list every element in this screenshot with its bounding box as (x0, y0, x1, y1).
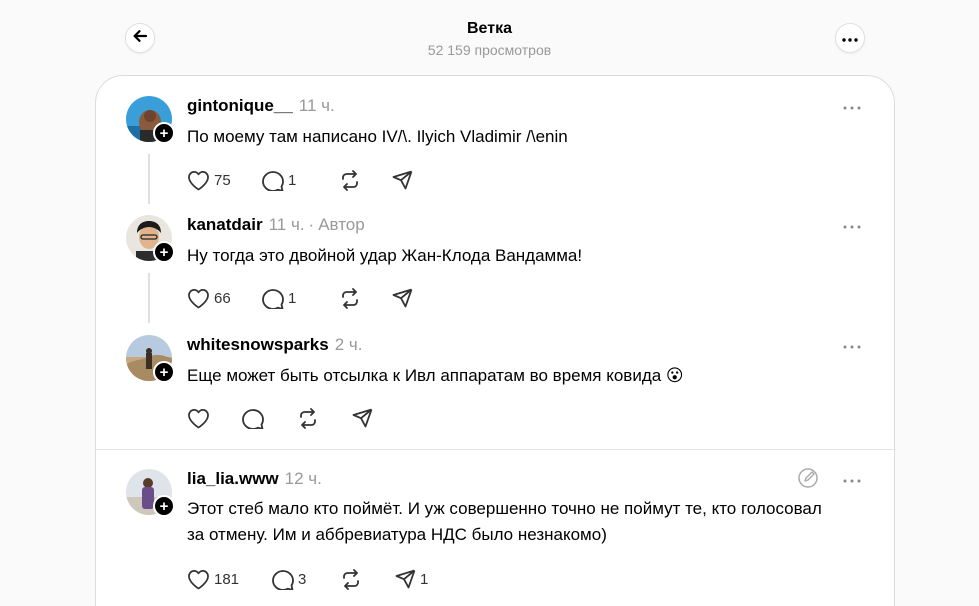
edit-icon[interactable] (796, 466, 820, 490)
views-count: 52 159 просмотров (427, 42, 552, 58)
post-actions (187, 405, 392, 431)
timestamp[interactable]: 11 ч. (269, 215, 305, 234)
repost-icon (339, 287, 361, 309)
post-actions: 75 1 (187, 167, 432, 193)
thread-card: + gintonique__ 11 ч. По моему там написан… (95, 75, 896, 606)
avatar[interactable]: + (126, 215, 175, 263)
plus-icon[interactable]: + (153, 495, 175, 517)
reply-count: 3 (298, 570, 307, 588)
like-count: 75 (214, 171, 231, 189)
repost-button[interactable] (339, 167, 392, 193)
divider (96, 449, 896, 450)
heart-icon (187, 569, 210, 590)
thread-line (148, 273, 150, 323)
share-button[interactable] (392, 167, 432, 193)
plus-icon[interactable]: + (153, 241, 175, 263)
repost-icon (297, 407, 319, 429)
repost-icon (339, 169, 361, 191)
comment-icon (262, 170, 284, 191)
reply-button[interactable] (242, 405, 297, 431)
like-button[interactable] (187, 405, 242, 431)
ellipsis-icon (843, 336, 861, 354)
more-options-button[interactable] (835, 23, 865, 53)
post-meta: lia_lia.www 12 ч. (187, 469, 322, 489)
timestamp[interactable]: 12 ч. (285, 469, 322, 488)
share-button[interactable] (392, 285, 432, 311)
plus-icon[interactable]: + (153, 122, 175, 144)
username[interactable]: gintonique__ (187, 96, 293, 115)
like-button[interactable]: 181 (187, 566, 272, 592)
share-button[interactable]: 1 (395, 566, 445, 592)
like-button[interactable]: 75 (187, 167, 262, 193)
send-icon (395, 569, 416, 589)
reply-button[interactable]: 1 (262, 285, 339, 311)
username[interactable]: whitesnowsparks (187, 335, 329, 354)
post-text: Ну тогда это двойной удар Жан-Клода Ванд… (187, 246, 583, 265)
post-meta: whitesnowsparks 2 ч. (187, 335, 362, 355)
post-more-button[interactable] (840, 469, 864, 489)
heart-icon (187, 408, 210, 429)
post-actions: 181 3 1 (187, 566, 445, 592)
avatar[interactable]: + (126, 335, 175, 383)
page-title: Ветка (467, 20, 512, 37)
repost-icon (340, 568, 362, 590)
avatar[interactable]: + (126, 96, 175, 144)
reply-count: 1 (288, 289, 297, 307)
send-icon (352, 408, 373, 428)
repost-button[interactable] (339, 285, 392, 311)
like-button[interactable]: 66 (187, 285, 262, 311)
heart-icon (187, 170, 210, 191)
like-count: 181 (214, 570, 240, 588)
reply-button[interactable]: 1 (262, 167, 339, 193)
username[interactable]: kanatdair (187, 215, 263, 234)
author-badge: Автор (318, 215, 365, 234)
repost-button[interactable] (340, 566, 395, 592)
thread-line (148, 154, 150, 204)
reply-count: 1 (288, 171, 297, 189)
ellipsis-icon (843, 216, 861, 234)
post-actions: 66 1 (187, 285, 432, 311)
send-icon (392, 288, 413, 308)
reply-button[interactable]: 3 (272, 566, 340, 592)
comment-icon (262, 288, 284, 309)
post-meta: kanatdair 11 ч. · Автор (187, 215, 365, 234)
send-icon (392, 170, 413, 190)
post-more-button[interactable] (840, 215, 864, 235)
share-button[interactable] (352, 405, 392, 431)
username[interactable]: lia_lia.www (187, 469, 279, 488)
post-meta: gintonique__ 11 ч. (187, 96, 335, 116)
comment-icon (242, 408, 264, 429)
heart-icon (187, 288, 210, 309)
post-more-button[interactable] (840, 96, 864, 116)
plus-icon[interactable]: + (153, 361, 175, 383)
timestamp[interactable]: 11 ч. (299, 96, 335, 115)
post-text: Еще может быть отсылка к Ивл аппаратам в… (187, 366, 684, 385)
avatar[interactable]: + (126, 469, 175, 517)
ellipsis-icon (843, 470, 861, 488)
post-more-button[interactable] (840, 335, 864, 355)
comment-icon (272, 569, 294, 590)
repost-button[interactable] (297, 405, 352, 431)
like-count: 66 (214, 289, 231, 307)
post-text: По моему там написано IV/\. Ilyich Vladi… (187, 127, 568, 146)
ellipsis-icon (843, 97, 861, 115)
share-count: 1 (420, 570, 429, 588)
post-text: Этот стеб мало кто поймёт. И уж совершен… (187, 499, 822, 544)
ellipsis-icon (842, 29, 858, 47)
timestamp[interactable]: 2 ч. (335, 335, 363, 354)
